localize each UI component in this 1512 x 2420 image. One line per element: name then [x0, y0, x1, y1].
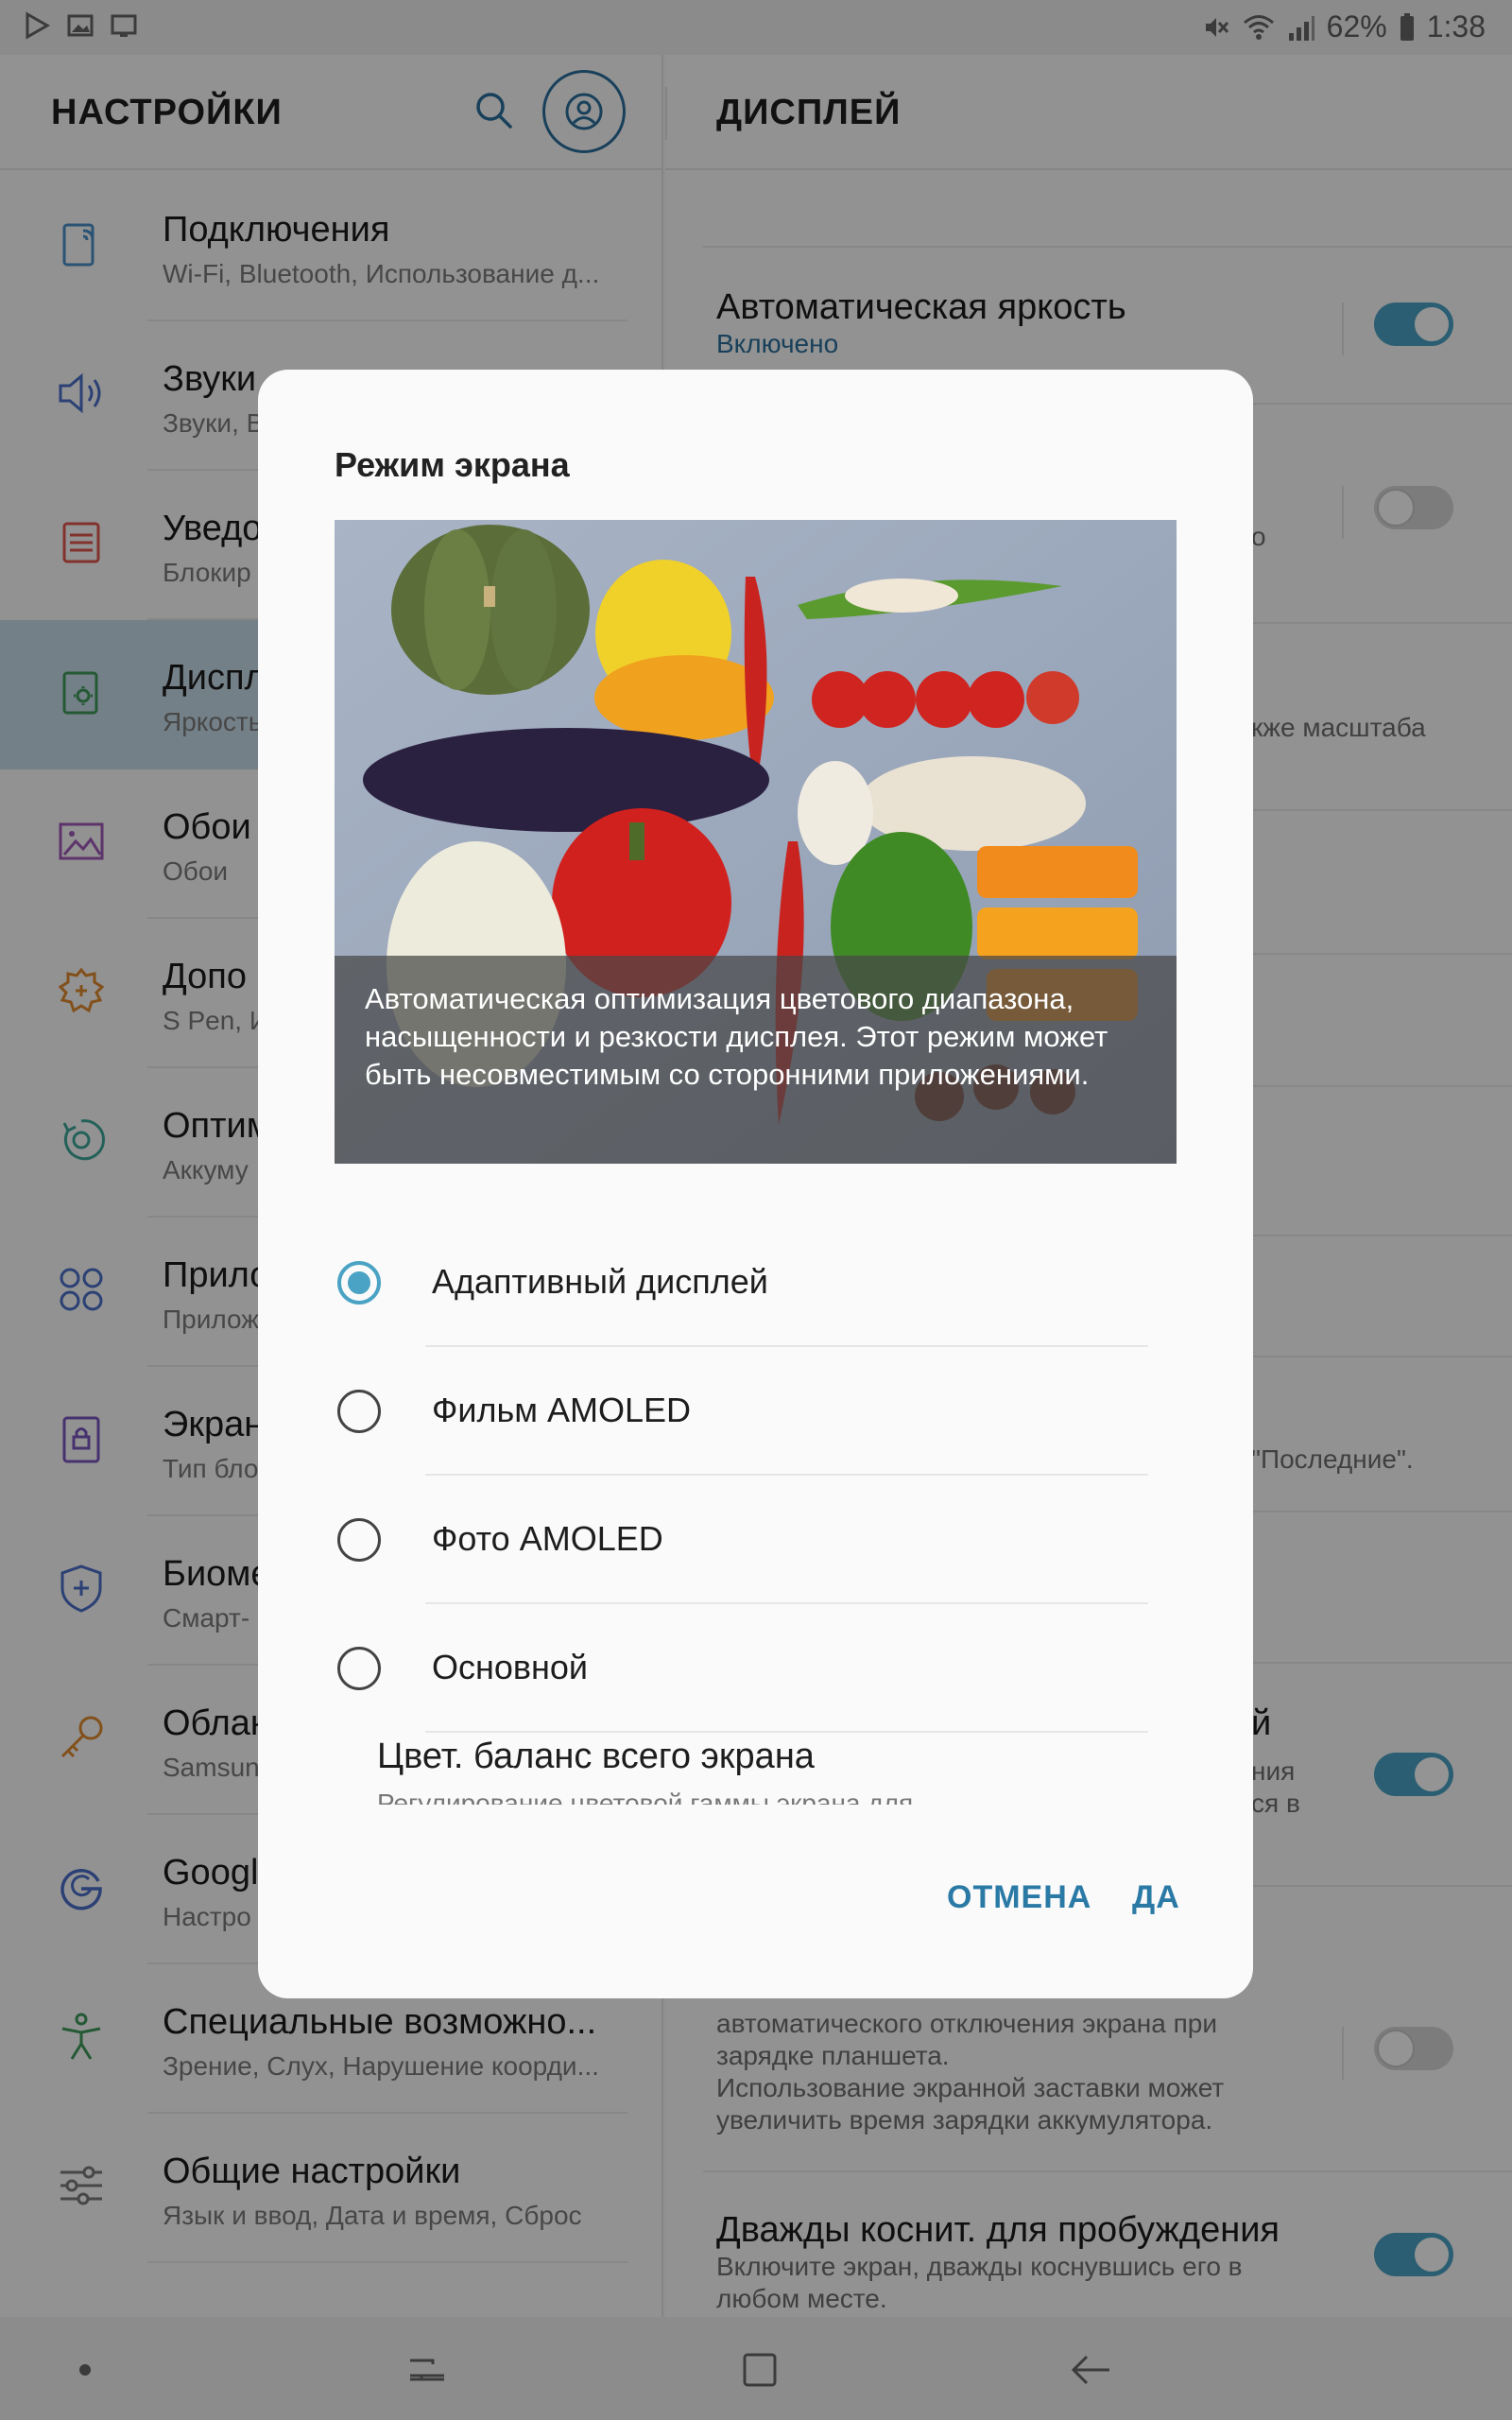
mode-description: Автоматическая оптимизация цветового диа… [335, 956, 1177, 1164]
preview-image: Автоматическая оптимизация цветового диа… [335, 520, 1177, 1164]
radio-button[interactable] [337, 1390, 381, 1433]
radio-button[interactable] [337, 1261, 381, 1305]
option-amoled-photo[interactable]: Фото AMOLED [335, 1476, 1177, 1604]
option-label: Фото AMOLED [432, 1519, 663, 1558]
cancel-button[interactable]: ОТМЕНА [947, 1879, 1091, 1916]
screen-mode-dialog: Режим экрана Автоматическая оптимизация … [258, 370, 1253, 1998]
radio-button[interactable] [337, 1647, 381, 1690]
option-label: Фильм AMOLED [432, 1391, 692, 1429]
divider [425, 1731, 1148, 1733]
color-balance-subtitle: Регулирование цветовой гаммы экрана для [377, 1789, 914, 1805]
option-label: Адаптивный дисплей [432, 1262, 768, 1301]
dialog-title: Режим экрана [335, 445, 570, 484]
radio-button[interactable] [337, 1518, 381, 1562]
option-basic[interactable]: Основной [335, 1604, 1177, 1733]
option-label: Основной [432, 1648, 589, 1686]
option-adaptive-display[interactable]: Адаптивный дисплей [335, 1219, 1177, 1347]
color-balance-title[interactable]: Цвет. баланс всего экрана [377, 1737, 815, 1777]
option-amoled-cinema[interactable]: Фильм AMOLED [335, 1347, 1177, 1476]
ok-button[interactable]: ДА [1132, 1879, 1180, 1916]
